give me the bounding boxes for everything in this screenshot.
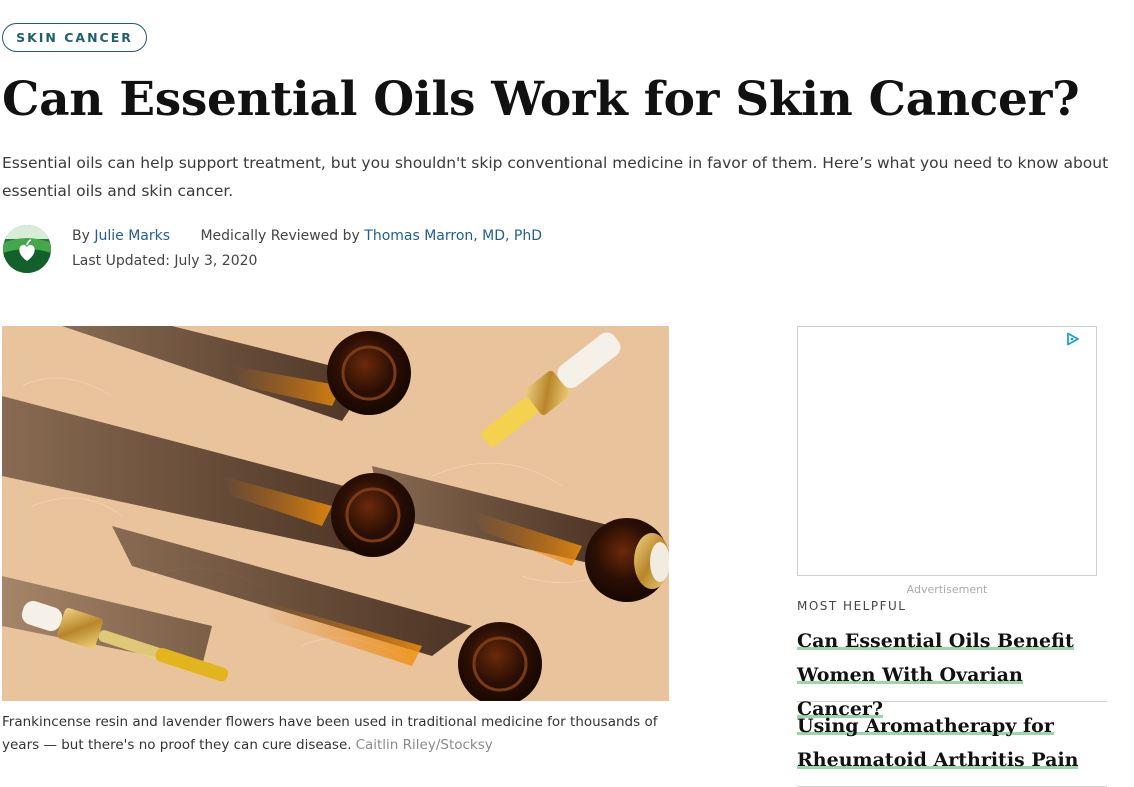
hero-image-essential-oil-bottles	[2, 326, 669, 701]
essential-oil-bottles-photo	[2, 326, 669, 701]
most-helpful-item: Can Essential Oils Benefit Women With Ov…	[797, 624, 1107, 720]
photo-credit: Caitlin Riley/Stocksy	[355, 737, 493, 753]
most-helpful-item: Using Aromatherapy for Rheumatoid Arthri…	[797, 709, 1107, 787]
article-title: Can Essential Oils Work for Skin Cancer?	[2, 72, 1080, 127]
advertisement-slot[interactable]	[797, 326, 1097, 576]
reviewer-link[interactable]: Thomas Marron, MD, PhD	[364, 228, 542, 244]
adchoices-play-icon[interactable]	[1066, 332, 1080, 346]
advertisement-label: Advertisement	[906, 583, 988, 596]
image-caption: Frankincense resin and lavender flowers …	[2, 711, 662, 757]
most-helpful-link[interactable]: Using Aromatherapy for Rheumatoid Arthri…	[797, 715, 1079, 771]
article-subtitle: Essential oils can help support treatmen…	[2, 154, 1109, 200]
by-prefix: By	[72, 228, 90, 244]
updated-prefix: Last Updated:	[72, 253, 170, 269]
byline: By Julie Marks Medically Reviewed by Tho…	[72, 228, 542, 244]
author-avatar-logo[interactable]	[3, 225, 51, 273]
category-tag-skin-cancer[interactable]: SKIN CANCER	[2, 23, 147, 52]
author-link[interactable]: Julie Marks	[94, 228, 170, 244]
reviewed-prefix: Medically Reviewed by	[200, 228, 360, 244]
heart-logo-icon	[3, 225, 51, 273]
last-updated: Last Updated: July 3, 2020	[72, 253, 257, 269]
most-helpful-heading: MOST HELPFUL	[797, 599, 907, 613]
updated-date: July 3, 2020	[174, 253, 258, 269]
caption-text: Frankincense resin and lavender flowers …	[2, 714, 658, 753]
most-helpful-link[interactable]: Can Essential Oils Benefit Women With Ov…	[797, 630, 1074, 720]
